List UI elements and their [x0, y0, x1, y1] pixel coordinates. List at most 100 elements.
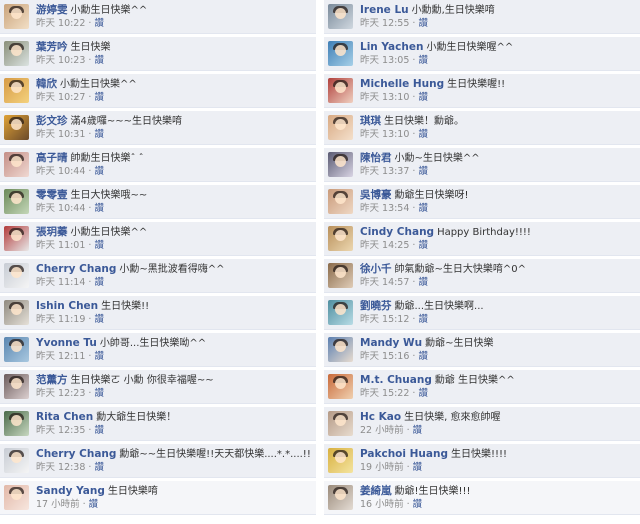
commenter-name-link[interactable]: 陳怡君: [360, 152, 392, 164]
commenter-name-link[interactable]: Irene Lu: [360, 4, 409, 16]
like-link[interactable]: 讚: [94, 425, 104, 436]
timestamp[interactable]: 昨天 13:10: [360, 129, 409, 140]
like-link[interactable]: 讚: [94, 92, 104, 103]
avatar[interactable]: [328, 337, 353, 362]
like-link[interactable]: 讚: [418, 55, 428, 66]
commenter-name-link[interactable]: 范薰方: [36, 374, 68, 386]
timestamp[interactable]: 昨天 10:31: [36, 129, 85, 140]
like-link[interactable]: 讚: [418, 18, 428, 29]
commenter-name-link[interactable]: Mandy Wu: [360, 337, 422, 349]
like-link[interactable]: 讚: [94, 388, 104, 399]
commenter-name-link[interactable]: 彭文珍: [36, 115, 68, 127]
commenter-name-link[interactable]: Cindy Chang: [360, 226, 434, 238]
avatar[interactable]: [4, 189, 29, 214]
timestamp[interactable]: 19 小時前: [360, 462, 404, 473]
like-link[interactable]: 讚: [89, 499, 99, 510]
timestamp[interactable]: 昨天 11:01: [36, 240, 85, 251]
like-link[interactable]: 讚: [94, 55, 104, 66]
avatar[interactable]: [328, 152, 353, 177]
timestamp[interactable]: 22 小時前: [360, 425, 404, 436]
like-link[interactable]: 讚: [418, 203, 428, 214]
commenter-name-link[interactable]: Michelle Hung: [360, 78, 444, 90]
commenter-name-link[interactable]: 游婷雯: [36, 4, 68, 16]
timestamp[interactable]: 昨天 11:19: [36, 314, 85, 325]
avatar[interactable]: [328, 485, 353, 510]
timestamp[interactable]: 17 小時前: [36, 499, 80, 510]
like-link[interactable]: 讚: [418, 129, 428, 140]
timestamp[interactable]: 昨天 13:54: [360, 203, 409, 214]
avatar[interactable]: [4, 448, 29, 473]
like-link[interactable]: 讚: [418, 277, 428, 288]
avatar[interactable]: [328, 448, 353, 473]
timestamp[interactable]: 昨天 10:22: [36, 18, 85, 29]
timestamp[interactable]: 昨天 10:23: [36, 55, 85, 66]
timestamp[interactable]: 昨天 13:10: [360, 92, 409, 103]
commenter-name-link[interactable]: Ishin Chen: [36, 300, 98, 312]
avatar[interactable]: [4, 152, 29, 177]
like-link[interactable]: 讚: [418, 388, 428, 399]
commenter-name-link[interactable]: 葉芳吟: [36, 41, 68, 53]
avatar[interactable]: [4, 300, 29, 325]
commenter-name-link[interactable]: Cherry Chang: [36, 448, 116, 460]
like-link[interactable]: 讚: [413, 425, 423, 436]
like-link[interactable]: 讚: [94, 129, 104, 140]
like-link[interactable]: 讚: [94, 277, 104, 288]
timestamp[interactable]: 昨天 15:16: [360, 351, 409, 362]
commenter-name-link[interactable]: 張玥蓁: [36, 226, 68, 238]
avatar[interactable]: [328, 4, 353, 29]
timestamp[interactable]: 昨天 10:44: [36, 166, 85, 177]
avatar[interactable]: [328, 78, 353, 103]
timestamp[interactable]: 昨天 13:37: [360, 166, 409, 177]
avatar[interactable]: [4, 41, 29, 66]
like-link[interactable]: 讚: [418, 166, 428, 177]
timestamp[interactable]: 昨天 11:14: [36, 277, 85, 288]
timestamp[interactable]: 16 小時前: [360, 499, 404, 510]
commenter-name-link[interactable]: 韓欣: [36, 78, 57, 90]
like-link[interactable]: 讚: [94, 462, 104, 473]
commenter-name-link[interactable]: Lin Yachen: [360, 41, 423, 53]
commenter-name-link[interactable]: Pakchoi Huang: [360, 448, 448, 460]
avatar[interactable]: [328, 300, 353, 325]
commenter-name-link[interactable]: M.t. Chuang: [360, 374, 432, 386]
avatar[interactable]: [4, 374, 29, 399]
timestamp[interactable]: 昨天 12:38: [36, 462, 85, 473]
commenter-name-link[interactable]: 劉曉芬: [360, 300, 392, 312]
like-link[interactable]: 讚: [94, 203, 104, 214]
commenter-name-link[interactable]: 琪琪: [360, 115, 381, 127]
like-link[interactable]: 讚: [94, 240, 104, 251]
like-link[interactable]: 讚: [413, 462, 423, 473]
avatar[interactable]: [4, 263, 29, 288]
commenter-name-link[interactable]: 吳博豪: [360, 189, 392, 201]
timestamp[interactable]: 昨天 13:05: [360, 55, 409, 66]
avatar[interactable]: [328, 411, 353, 436]
avatar[interactable]: [4, 337, 29, 362]
timestamp[interactable]: 昨天 12:11: [36, 351, 85, 362]
timestamp[interactable]: 昨天 12:55: [360, 18, 409, 29]
like-link[interactable]: 讚: [94, 314, 104, 325]
avatar[interactable]: [328, 41, 353, 66]
commenter-name-link[interactable]: 高子晴: [36, 152, 68, 164]
avatar[interactable]: [4, 485, 29, 510]
timestamp[interactable]: 昨天 10:44: [36, 203, 85, 214]
commenter-name-link[interactable]: 零零壹: [36, 189, 68, 201]
commenter-name-link[interactable]: Sandy Yang: [36, 485, 105, 497]
like-link[interactable]: 讚: [418, 351, 428, 362]
avatar[interactable]: [4, 411, 29, 436]
commenter-name-link[interactable]: Cherry Chang: [36, 263, 116, 275]
timestamp[interactable]: 昨天 14:57: [360, 277, 409, 288]
timestamp[interactable]: 昨天 15:22: [360, 388, 409, 399]
avatar[interactable]: [4, 226, 29, 251]
timestamp[interactable]: 昨天 15:12: [360, 314, 409, 325]
commenter-name-link[interactable]: Hc Kao: [360, 411, 401, 423]
commenter-name-link[interactable]: Rita Chen: [36, 411, 93, 423]
commenter-name-link[interactable]: 徐小千: [360, 263, 392, 275]
like-link[interactable]: 讚: [418, 240, 428, 251]
like-link[interactable]: 讚: [418, 92, 428, 103]
like-link[interactable]: 讚: [94, 351, 104, 362]
avatar[interactable]: [328, 189, 353, 214]
like-link[interactable]: 讚: [94, 166, 104, 177]
timestamp[interactable]: 昨天 14:25: [360, 240, 409, 251]
timestamp[interactable]: 昨天 12:35: [36, 425, 85, 436]
like-link[interactable]: 讚: [413, 499, 423, 510]
avatar[interactable]: [4, 78, 29, 103]
